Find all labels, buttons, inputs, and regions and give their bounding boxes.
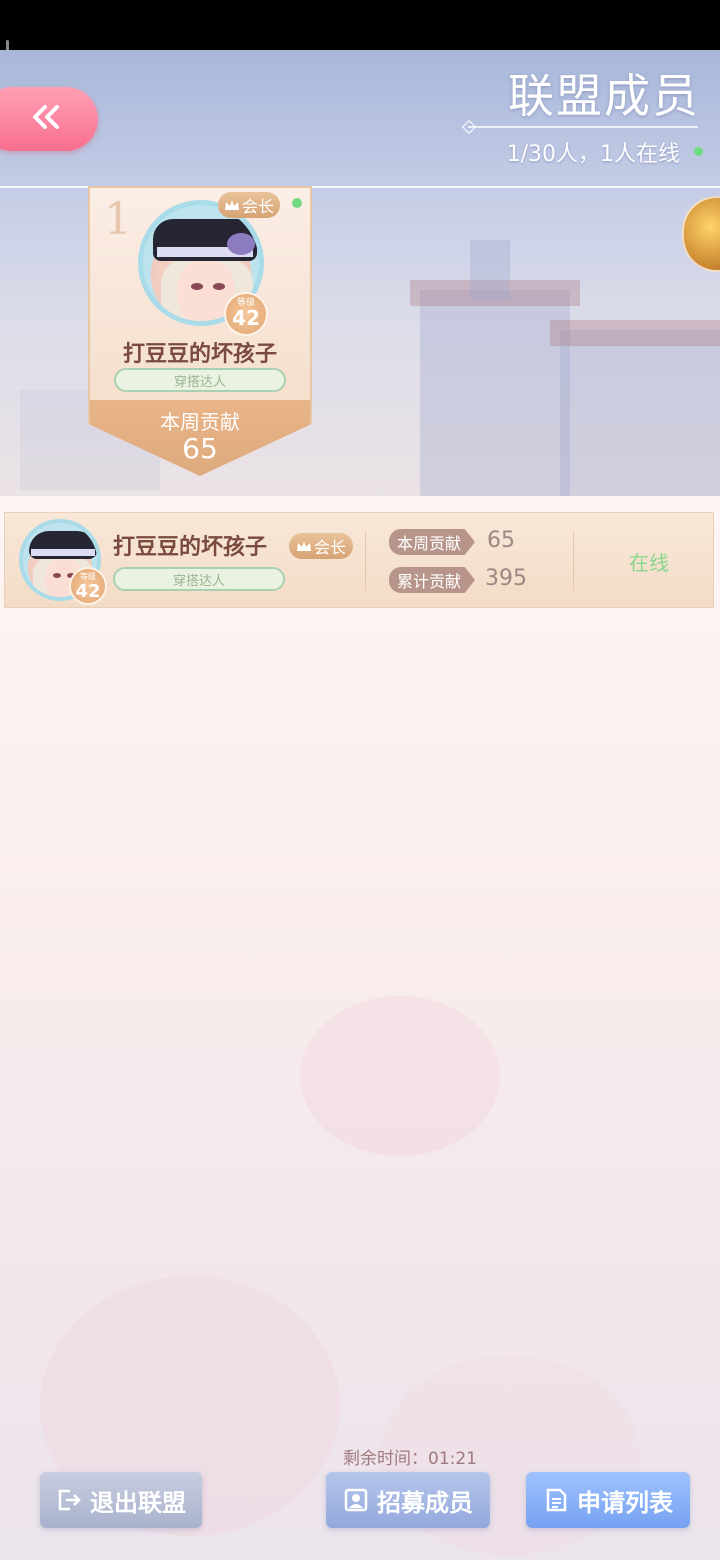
online-indicator-dot (694, 147, 703, 156)
member-title-badge: 穿搭达人 (114, 368, 286, 392)
leader-badge: 会长 (218, 192, 280, 218)
level-value: 42 (75, 581, 101, 602)
list-item[interactable]: 等级 42 打豆豆的坏孩子 会长 穿搭达人 本周贡献 65 累计贡献 395 在… (4, 512, 714, 608)
online-status: 在线 (629, 551, 669, 575)
back-button[interactable] (0, 87, 98, 151)
divider (573, 531, 574, 591)
application-list-button[interactable]: 申请列表 (526, 1472, 690, 1528)
leader-badge-label: 会长 (313, 538, 346, 557)
member-title-badge: 穿搭达人 (113, 567, 285, 591)
member-name: 打豆豆的坏孩子 (113, 534, 268, 560)
total-contribution-value: 395 (485, 566, 527, 591)
quit-alliance-button[interactable]: 退出联盟 (40, 1472, 202, 1528)
weekly-contribution-tag: 本周贡献 (389, 529, 476, 555)
recruit-members-button[interactable]: 招募成员 (326, 1472, 490, 1528)
weekly-contribution-value: 65 (487, 528, 515, 553)
leader-badge: 会长 (289, 533, 353, 559)
exit-icon (56, 1487, 82, 1513)
person-card-icon (343, 1487, 369, 1513)
title-rule (468, 126, 698, 128)
quit-alliance-label: 退出联盟 (90, 1487, 186, 1517)
top-member-card[interactable]: 1 会长 等级 42 打豆豆的坏孩子 穿搭达人 本周贡献 65 (88, 186, 312, 476)
crown-icon (296, 537, 312, 556)
online-status-dot (292, 198, 302, 208)
remaining-time: 剩余时间：01:21 (343, 1449, 477, 1469)
page-title: 联盟成员 (508, 69, 700, 123)
level-badge: 等级 42 (69, 567, 107, 605)
document-icon (543, 1487, 569, 1513)
crown-icon (224, 196, 240, 215)
divider (365, 531, 366, 591)
level-value: 42 (232, 306, 260, 330)
weekly-contribution-label: 本周贡献 (160, 410, 240, 434)
leader-badge-label: 会长 (241, 197, 274, 216)
member-list-area[interactable] (0, 496, 720, 1560)
status-bar (0, 0, 720, 50)
member-online-summary: 1/30人，1人在线 (506, 142, 680, 167)
recruit-members-label: 招募成员 (377, 1487, 473, 1517)
total-contribution-tag: 累计贡献 (389, 567, 476, 593)
rank-number: 1 (104, 194, 132, 245)
double-chevron-left-icon (15, 104, 63, 134)
level-badge: 等级 42 (224, 292, 268, 336)
member-name: 打豆豆的坏孩子 (122, 341, 277, 367)
application-list-label: 申请列表 (577, 1487, 673, 1517)
